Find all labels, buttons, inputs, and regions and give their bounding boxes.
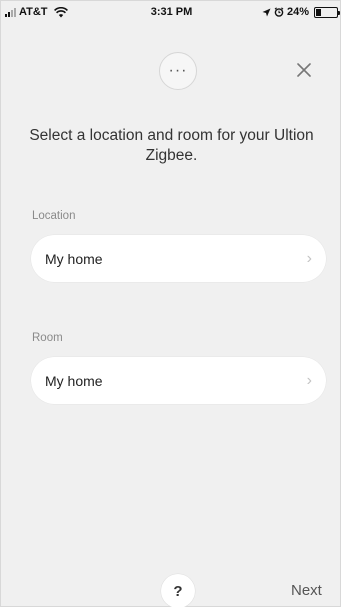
- location-value: My home: [45, 250, 103, 267]
- page-heading: Select a location and room for your Ulti…: [29, 127, 314, 164]
- more-options-icon: ···: [168, 62, 188, 79]
- battery-percent: 24%: [286, 6, 309, 18]
- battery-level: [316, 8, 321, 16]
- status-bar: AT&T 3:31 PM 24%: [1, 1, 341, 25]
- app-screen: AT&T 3:31 PM 24% ··· Select a location a…: [0, 0, 341, 607]
- room-label: Room: [32, 332, 63, 344]
- next-button[interactable]: Next: [291, 582, 322, 599]
- alarm-icon: [274, 7, 284, 17]
- status-right: 24%: [262, 6, 340, 18]
- close-icon: [297, 63, 311, 77]
- location-select[interactable]: My home ›: [31, 235, 326, 282]
- battery-icon: [314, 6, 340, 18]
- close-button[interactable]: [291, 57, 317, 83]
- location-label: Location: [32, 210, 76, 222]
- help-button[interactable]: ?: [161, 574, 195, 607]
- help-icon: ?: [173, 582, 183, 600]
- location-arrow-icon: [262, 8, 271, 16]
- more-options-button[interactable]: ···: [159, 52, 197, 90]
- chevron-right-icon: ›: [306, 249, 312, 267]
- room-select[interactable]: My home ›: [31, 357, 326, 404]
- room-value: My home: [45, 372, 103, 389]
- chevron-right-icon: ›: [306, 371, 312, 389]
